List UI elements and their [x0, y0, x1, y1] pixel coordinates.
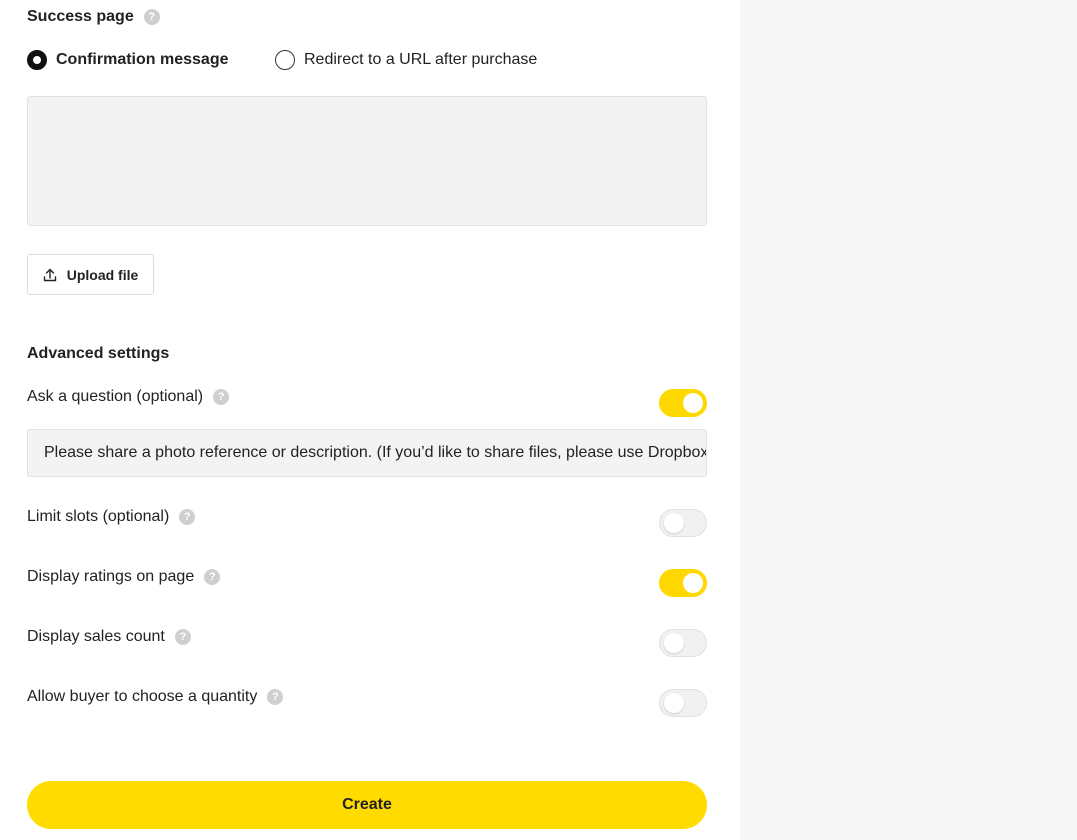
confirmation-message-textarea[interactable]: [27, 96, 707, 226]
toggle-knob: [664, 693, 684, 713]
radio-selected-icon[interactable]: [27, 50, 47, 70]
upload-file-label: Upload file: [66, 266, 139, 283]
toggle-knob: [664, 633, 684, 653]
create-button-label: Create: [342, 796, 392, 813]
upload-icon: [43, 268, 56, 281]
toggle-knob: [683, 393, 703, 413]
display-sales-label: Display sales count: [27, 628, 165, 645]
display-sales-toggle[interactable]: [659, 629, 707, 657]
display-ratings-label: Display ratings on page: [27, 568, 195, 585]
toggle-knob: [683, 573, 703, 593]
success-page-heading: Success page?: [27, 7, 160, 27]
display-ratings-setting: Display ratings on page?: [27, 567, 221, 587]
ask-question-setting: Ask a question (optional)?: [27, 387, 230, 407]
upload-file-button[interactable]: Upload file: [27, 254, 154, 295]
ask-question-label: Ask a question (optional): [27, 388, 204, 405]
redirect-url-option[interactable]: Redirect to a URL after purchase: [275, 50, 537, 70]
display-ratings-toggle[interactable]: [659, 569, 707, 597]
create-button[interactable]: Create: [27, 781, 707, 829]
preview-panel: [740, 0, 1077, 840]
help-icon[interactable]: ?: [204, 568, 221, 585]
help-icon[interactable]: ?: [179, 508, 196, 525]
help-icon[interactable]: ?: [267, 688, 284, 705]
redirect-url-label: Redirect to a URL after purchase: [304, 51, 538, 68]
confirmation-message-label: Confirmation message: [56, 51, 229, 68]
toggle-knob: [664, 513, 684, 533]
ask-question-toggle[interactable]: [659, 389, 707, 417]
display-sales-setting: Display sales count?: [27, 627, 191, 647]
allow-quantity-label: Allow buyer to choose a quantity: [27, 688, 258, 705]
allow-quantity-toggle[interactable]: [659, 689, 707, 717]
help-icon[interactable]: ?: [213, 388, 230, 405]
help-icon[interactable]: ?: [174, 628, 191, 645]
help-icon[interactable]: ?: [143, 8, 160, 25]
advanced-settings-heading: Advanced settings: [27, 345, 170, 362]
limit-slots-setting: Limit slots (optional)?: [27, 507, 196, 527]
confirmation-message-option[interactable]: Confirmation message: [27, 50, 228, 70]
radio-unselected-icon[interactable]: [275, 50, 295, 70]
question-input[interactable]: Please share a photo reference or descri…: [27, 429, 707, 477]
limit-slots-label: Limit slots (optional): [27, 508, 170, 525]
form-panel: Success page? Confirmation message Redir…: [0, 0, 740, 840]
success-page-title: Success page: [27, 8, 134, 25]
allow-quantity-setting: Allow buyer to choose a quantity?: [27, 687, 284, 707]
limit-slots-toggle[interactable]: [659, 509, 707, 537]
